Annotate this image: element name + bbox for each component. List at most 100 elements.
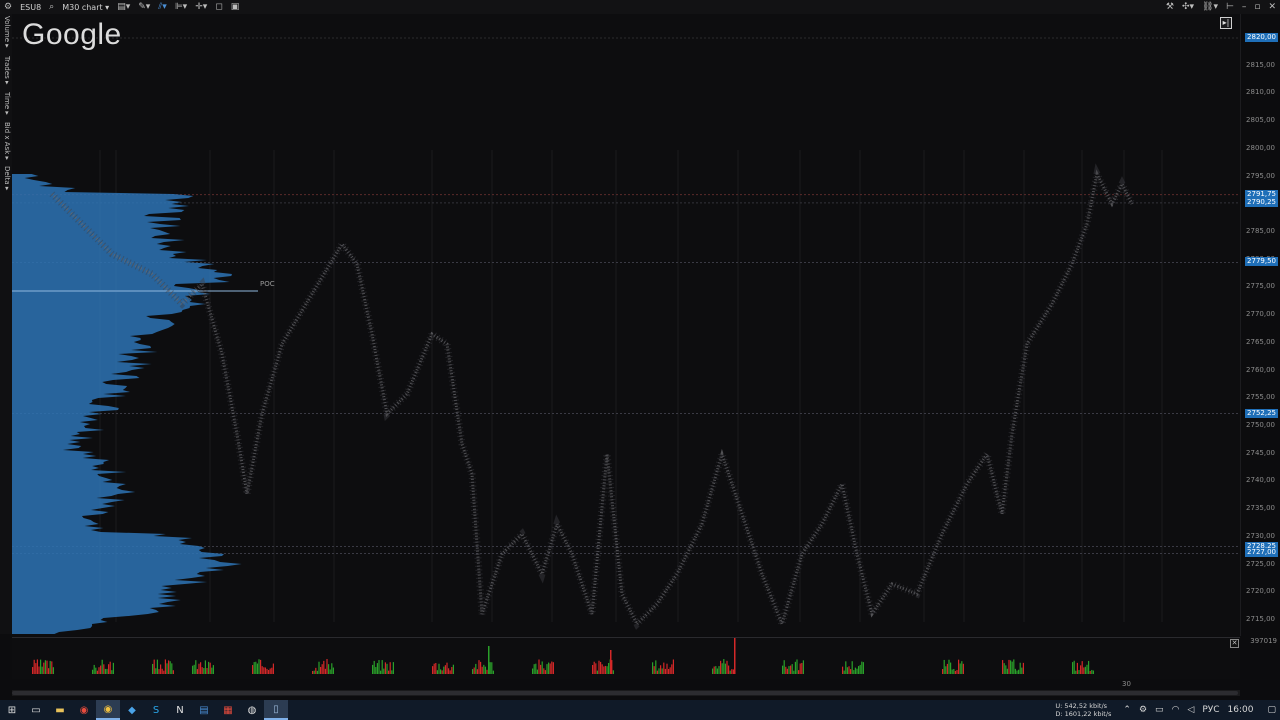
wifi-icon[interactable]: ◠ xyxy=(1172,705,1180,715)
template-icon[interactable]: ⊫▾ xyxy=(171,0,191,14)
volume-bar xyxy=(253,662,255,674)
link-icon[interactable]: ⛓▾ xyxy=(1198,0,1222,14)
volume-bar xyxy=(790,665,792,674)
volume-pane[interactable] xyxy=(12,637,1240,679)
volume-bar xyxy=(731,669,733,674)
minimize-icon[interactable]: – xyxy=(1238,0,1251,14)
volume-bar xyxy=(1092,670,1094,674)
price-tick-label: 2815,00 xyxy=(1246,60,1275,69)
language-indicator[interactable]: РУС xyxy=(1202,705,1219,715)
app-icon-2[interactable]: ◍ xyxy=(240,700,264,720)
volume-bar xyxy=(942,669,944,674)
media-icon[interactable]: ▦ xyxy=(216,700,240,720)
volume-bar xyxy=(791,664,793,674)
volume-bar xyxy=(436,670,438,674)
chart-scrollbar[interactable] xyxy=(12,690,1240,696)
price-axis[interactable]: 2820,00 2815,00 2810,00 2805,00 2800,00 2795,… xyxy=(1240,14,1280,636)
volume-bar xyxy=(320,666,322,674)
app-icon[interactable]: ◆ xyxy=(120,700,144,720)
crosshair-icon[interactable]: ✛▾ xyxy=(191,0,211,14)
chart-type-menu[interactable]: M30 chart ▾ xyxy=(58,0,113,14)
volume-bar xyxy=(533,664,535,674)
tab-trades[interactable]: Trades ▸ xyxy=(3,56,11,85)
volume-bars-canvas xyxy=(32,638,1094,674)
volume-bar xyxy=(103,664,105,674)
volume-bar xyxy=(951,669,953,674)
volume-bar xyxy=(478,660,480,674)
pin-icon[interactable]: ⚒ xyxy=(1162,0,1178,14)
system-tray: U: 542,52 kbit/s D: 1601,22 kbit/s ⌃ ⚙ ▭… xyxy=(1055,700,1280,720)
symbol-selector[interactable]: ESU8 xyxy=(16,0,45,14)
indicator-icon[interactable]: ⫽▾ xyxy=(154,0,171,14)
skype-icon[interactable]: S xyxy=(144,700,168,720)
volume-bar xyxy=(850,669,852,674)
price-chart-area[interactable]: Google POC ▸| xyxy=(12,14,1240,636)
maximize-icon[interactable]: ▫ xyxy=(1250,0,1264,14)
tab-volume[interactable]: Volume ▸ xyxy=(3,16,11,48)
volume-bar xyxy=(732,669,734,674)
clock[interactable]: 16:00 xyxy=(1228,705,1254,715)
volume-bar xyxy=(272,663,274,674)
pencil-icon[interactable]: ✎▾ xyxy=(134,0,154,14)
tools-icon[interactable]: ✣▾ xyxy=(1178,0,1198,14)
volume-bar xyxy=(435,663,437,674)
chevron-up-icon[interactable]: ⌃ xyxy=(1123,705,1131,715)
document-icon[interactable]: ▯ xyxy=(264,700,288,720)
tab-delta[interactable]: Delta ▸ xyxy=(3,166,11,190)
tab-time[interactable]: Time ▸ xyxy=(3,92,11,115)
volume-bar xyxy=(721,663,723,674)
volume-bar xyxy=(851,661,853,674)
layout-icon[interactable]: ▤▾ xyxy=(113,0,134,14)
volume-icon[interactable]: ◁ xyxy=(1187,705,1194,715)
volume-bar xyxy=(438,663,440,674)
volume-bar xyxy=(36,659,38,674)
notifications-icon[interactable]: ▢ xyxy=(1267,705,1276,715)
volume-bar xyxy=(1076,662,1078,674)
scrollbar-thumb[interactable] xyxy=(12,691,1238,695)
volume-pane-close-icon[interactable]: ✕ xyxy=(1230,639,1239,648)
save-icon[interactable]: ▣ xyxy=(227,0,244,14)
chrome-icon[interactable]: ◉ xyxy=(72,700,96,720)
price-level-badge: 2779,50 xyxy=(1245,257,1278,267)
volume-bar xyxy=(1005,665,1007,674)
file-explorer-icon[interactable]: ▬ xyxy=(48,700,72,720)
notes-icon[interactable]: N xyxy=(168,700,192,720)
close-icon[interactable]: ✕ xyxy=(1264,0,1280,14)
browser-icon[interactable]: ◉ xyxy=(96,700,120,720)
tab-bid-ask[interactable]: Bid x Ask ▸ xyxy=(3,122,11,160)
collapse-panel-button[interactable]: ▸| xyxy=(1220,17,1232,29)
volume-bar xyxy=(535,663,537,674)
mail-icon[interactable]: ▤ xyxy=(192,700,216,720)
price-tick-label: 2750,00 xyxy=(1246,421,1275,429)
top-toolbar: ⚙ ESU8 ⌕ M30 chart ▾ ▤▾ ✎▾ ⫽▾ ⊫▾ ✛▾ ◻ ▣ … xyxy=(0,0,1280,14)
volume-bar xyxy=(160,664,162,674)
network-icon[interactable]: ⚙ xyxy=(1139,705,1147,715)
volume-bar xyxy=(440,669,442,674)
volume-bar xyxy=(326,659,328,674)
task-view-icon[interactable]: ▭ xyxy=(24,700,48,720)
volume-bar xyxy=(604,665,606,674)
time-axis[interactable]: 30 xyxy=(12,679,1240,699)
volume-bar xyxy=(1073,660,1075,674)
volume-bar xyxy=(862,662,864,674)
volume-bar xyxy=(475,663,477,674)
volume-bar xyxy=(1083,667,1085,674)
volume-bar xyxy=(1022,662,1024,674)
volume-bar xyxy=(269,668,271,674)
price-level-badge: 2820,00 xyxy=(1245,33,1278,42)
volume-bar xyxy=(331,663,333,674)
pin-window-icon[interactable]: ⊢ xyxy=(1222,0,1238,14)
time-tick-label: 30 xyxy=(1122,680,1131,688)
app-menu-icon[interactable]: ⚙ xyxy=(0,0,16,14)
volume-bar xyxy=(962,663,964,674)
volume-bar xyxy=(1003,663,1005,674)
windows-start-icon[interactable]: ⊞ xyxy=(0,700,24,720)
window-icon[interactable]: ◻ xyxy=(211,0,226,14)
volume-bar xyxy=(383,668,385,674)
volume-bar xyxy=(712,668,714,674)
volume-bar xyxy=(842,666,844,674)
symbol-label: ESU8 xyxy=(20,2,42,12)
search-icon[interactable]: ⌕ xyxy=(45,0,58,14)
volume-bar xyxy=(729,670,731,674)
battery-icon[interactable]: ▭ xyxy=(1155,705,1164,715)
